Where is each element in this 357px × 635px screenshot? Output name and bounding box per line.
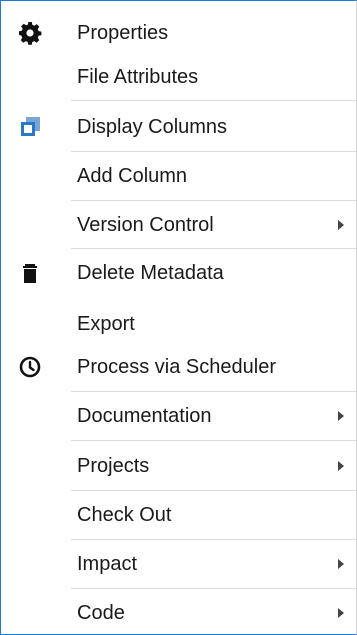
- menu-separator: [71, 200, 356, 201]
- submenu-arrow-icon: [338, 220, 344, 230]
- menu-item-impact[interactable]: Impact: [1, 549, 356, 579]
- submenu-arrow-icon: [338, 559, 344, 569]
- menu-item-add-column[interactable]: Add Column: [1, 161, 356, 191]
- menu-separator: [71, 539, 356, 540]
- submenu-arrow-icon: [338, 461, 344, 471]
- menu-item-label: Impact: [77, 553, 138, 575]
- menu-item-code[interactable]: Code: [1, 598, 356, 628]
- menu-item-documentation[interactable]: Documentation: [1, 401, 356, 431]
- trash-icon: [17, 260, 43, 286]
- menu-item-label: Display Columns: [77, 116, 228, 138]
- menu-item-label: File Attributes: [77, 66, 199, 88]
- menu-item-properties[interactable]: Properties: [1, 19, 356, 47]
- submenu-arrow-icon: [338, 411, 344, 421]
- menu-item-process-via-scheduler[interactable]: Process via Scheduler: [1, 352, 356, 382]
- menu-item-export[interactable]: Export: [1, 309, 356, 339]
- menu-item-label: Process via Scheduler: [77, 356, 276, 378]
- menu-item-label: Documentation: [77, 405, 212, 427]
- context-menu: Properties File Attributes Display Colum…: [0, 0, 357, 635]
- menu-item-display-columns[interactable]: Display Columns: [1, 112, 356, 142]
- menu-separator: [71, 490, 356, 491]
- clock-icon: [17, 354, 43, 380]
- menu-item-delete-metadata[interactable]: Delete Metadata: [1, 258, 356, 288]
- menu-separator: [71, 588, 356, 589]
- menu-item-label: Code: [77, 602, 125, 624]
- submenu-arrow-icon: [338, 608, 344, 618]
- menu-item-label: Add Column: [77, 165, 188, 187]
- menu-separator: [71, 391, 356, 392]
- menu-separator: [71, 100, 356, 101]
- menu-item-check-out[interactable]: Check Out: [1, 500, 356, 530]
- menu-item-label: Export: [77, 313, 135, 335]
- menu-item-file-attributes[interactable]: File Attributes: [1, 63, 356, 91]
- menu-item-label: Projects: [77, 455, 150, 477]
- menu-item-label: Properties: [77, 22, 169, 44]
- menu-item-projects[interactable]: Projects: [1, 451, 356, 481]
- menu-separator: [71, 151, 356, 152]
- menu-item-label: Check Out: [77, 504, 172, 526]
- display-columns-icon: [17, 114, 43, 140]
- menu-separator: [71, 440, 356, 441]
- menu-separator: [71, 248, 356, 249]
- menu-item-label: Delete Metadata: [77, 262, 224, 284]
- menu-item-label: Version Control: [77, 214, 214, 236]
- gear-icon: [17, 20, 43, 46]
- menu-item-version-control[interactable]: Version Control: [1, 210, 356, 240]
